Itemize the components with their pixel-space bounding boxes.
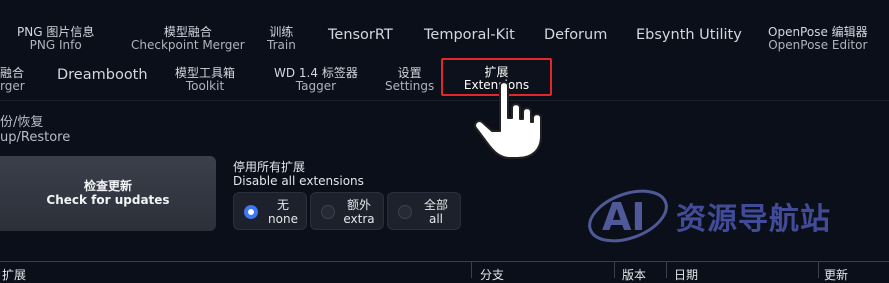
column-divider (666, 262, 667, 278)
tab-label-en: Checkpoint Merger (131, 38, 245, 53)
column-header-extension[interactable]: 扩展 (2, 266, 26, 283)
radio-label: 全部 all (423, 198, 448, 226)
tab-ebsynth-utility[interactable]: Ebsynth Utility (636, 27, 742, 44)
subtab-backup-restore[interactable]: 份/恢复 up/Restore (0, 115, 71, 146)
check-updates-label-en: Check for updates (46, 192, 170, 207)
subtab-label-en: up/Restore (0, 129, 71, 145)
tab-bar-divider (0, 100, 889, 101)
column-divider (818, 262, 819, 278)
watermark-text: 资源导航站 (676, 202, 831, 237)
tab-toolkit[interactable]: 模型工具箱 Toolkit (175, 66, 235, 94)
tab-label-en: Toolkit (185, 79, 225, 94)
column-divider (614, 262, 615, 278)
tab-label-en: PNG Info (29, 38, 82, 53)
column-divider (471, 262, 472, 278)
watermark-logo-icon: AI (588, 189, 668, 243)
column-header-update[interactable]: 更新 (824, 266, 848, 283)
tab-merger-partial[interactable]: 融合 rger (0, 66, 25, 94)
tab-label-en: Settings (385, 79, 435, 94)
extensions-table-header: 扩展 分支 版本 日期 更新 (0, 261, 889, 282)
disable-all-label: 停用所有扩展 Disable all extensions (233, 160, 364, 189)
tab-settings[interactable]: 设置 Settings (385, 66, 435, 94)
radio-dot-unchecked (398, 205, 412, 219)
column-header-branch[interactable]: 分支 (480, 266, 504, 283)
radio-none[interactable]: 无 none (233, 192, 307, 230)
check-updates-label-zh: 检查更新 (83, 179, 132, 193)
check-updates-button[interactable]: 检查更新 Check for updates (0, 156, 216, 231)
watermark: AI 资源导航站 (584, 180, 884, 250)
tab-temporal-kit[interactable]: Temporal-Kit (424, 27, 515, 44)
column-header-date[interactable]: 日期 (674, 266, 698, 283)
column-header-version[interactable]: 版本 (622, 266, 646, 283)
tab-openpose-editor[interactable]: OpenPose 编辑器 OpenPose Editor (768, 25, 868, 53)
radio-label: 无 none (268, 198, 298, 226)
radio-all[interactable]: 全部 all (387, 192, 461, 230)
tab-checkpoint-merger[interactable]: 模型融合 Checkpoint Merger (131, 25, 245, 53)
tab-label-en: rger (0, 79, 25, 94)
tab-deforum[interactable]: Deforum (544, 27, 607, 44)
tab-label-en: OpenPose Editor (768, 38, 868, 53)
tab-png-info[interactable]: PNG 图片信息 PNG Info (17, 25, 94, 53)
disable-all-label-zh: 停用所有扩展 (233, 160, 306, 174)
tab-dreambooth[interactable]: Dreambooth (57, 67, 148, 84)
radio-dot-unchecked (321, 205, 335, 219)
radio-label: 额外 extra (343, 198, 375, 226)
disable-all-label-en: Disable all extensions (233, 173, 364, 188)
subtab-label-zh: 份/恢复 (0, 115, 44, 130)
tab-label-en: Tagger (295, 79, 337, 94)
tab-label-en: Train (267, 38, 296, 53)
radio-extra[interactable]: 额外 extra (310, 192, 384, 230)
tab-tagger[interactable]: WD 1.4 标签器 Tagger (274, 66, 358, 94)
tab-train[interactable]: 训练 Train (267, 25, 296, 53)
svg-text:AI: AI (602, 195, 646, 239)
hand-pointer-icon (474, 81, 542, 159)
radio-dot-checked (244, 205, 258, 219)
tab-tensorrt[interactable]: TensorRT (328, 27, 393, 44)
